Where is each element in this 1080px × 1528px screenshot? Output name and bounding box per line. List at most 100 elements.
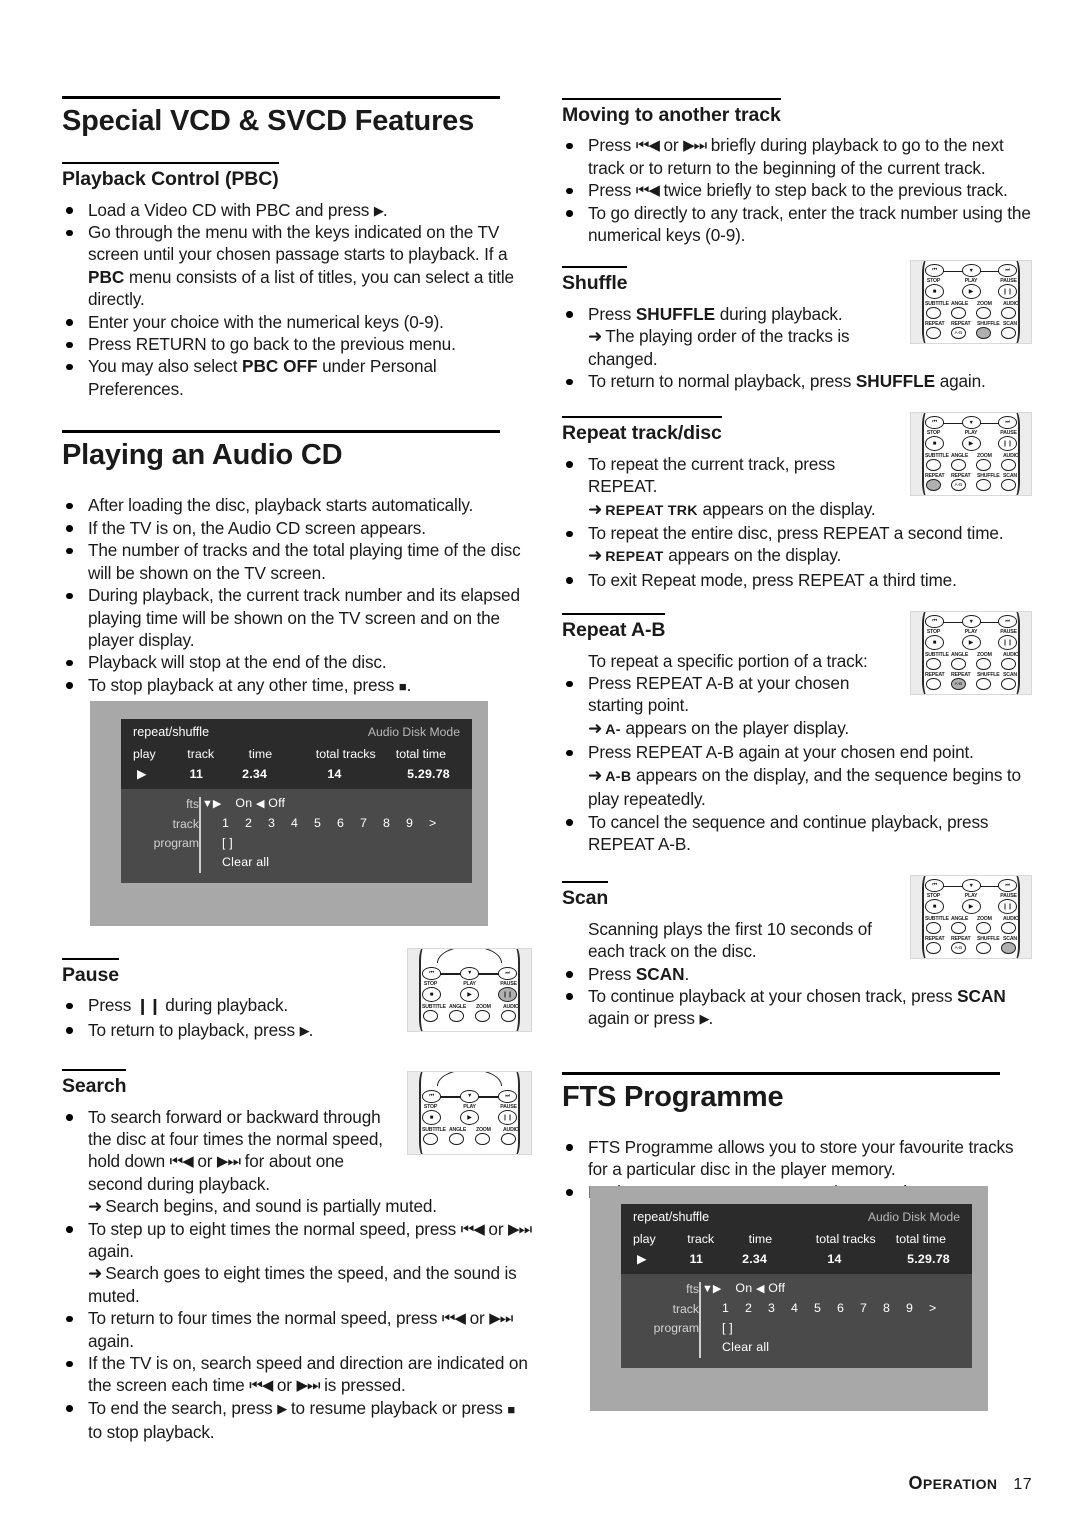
pause-button[interactable]: ❙❙: [998, 899, 1017, 915]
audio-button[interactable]: [1001, 658, 1016, 671]
track-number[interactable]: 4: [791, 1302, 814, 1315]
audio-button[interactable]: [1001, 922, 1016, 935]
osd-clear-all-button[interactable]: Clear all: [708, 1341, 769, 1354]
down-button[interactable]: ▼: [961, 264, 981, 277]
track-number[interactable]: 3: [268, 817, 291, 830]
down-button[interactable]: ▼: [961, 416, 981, 429]
angle-button[interactable]: [951, 307, 966, 320]
stop-button[interactable]: ■: [925, 899, 944, 915]
pause-button[interactable]: ❙❙: [998, 635, 1017, 651]
next-track-button[interactable]: ⏭: [998, 264, 1017, 277]
osd-row-program[interactable]: program [ ]: [633, 1321, 960, 1334]
pause-button[interactable]: ❙❙: [998, 436, 1017, 452]
pause-button[interactable]: ❙❙: [998, 284, 1017, 300]
osd-clear-all-button[interactable]: Clear all: [208, 856, 269, 869]
stop-button[interactable]: ■: [925, 635, 944, 651]
angle-button[interactable]: [951, 922, 966, 935]
track-number[interactable]: 9: [906, 1302, 929, 1315]
track-number[interactable]: 5: [314, 817, 337, 830]
prev-track-button[interactable]: ⏮: [422, 1090, 441, 1103]
repeat-button[interactable]: [926, 327, 941, 340]
scan-button[interactable]: [1001, 327, 1016, 340]
subtitle-button[interactable]: [926, 922, 941, 935]
subtitle-button[interactable]: [926, 658, 941, 671]
track-number[interactable]: 8: [383, 817, 406, 830]
subtitle-button[interactable]: [926, 307, 941, 320]
repeat-button[interactable]: [926, 942, 941, 955]
prev-track-button[interactable]: ⏮: [422, 967, 441, 980]
audio-button[interactable]: [1001, 459, 1016, 472]
play-button[interactable]: ▶: [961, 436, 981, 452]
pause-button[interactable]: ❙❙: [498, 987, 517, 1002]
subtitle-button[interactable]: [423, 1010, 438, 1022]
pause-button[interactable]: ❙❙: [498, 1110, 517, 1126]
next-track-button[interactable]: ⏭: [998, 879, 1017, 892]
repeat-ab-button[interactable]: A-B: [951, 327, 966, 340]
track-more-icon[interactable]: >: [929, 1302, 952, 1315]
osd-fts-off[interactable]: Off: [768, 1281, 785, 1295]
repeat-button[interactable]: [926, 479, 941, 492]
next-track-button[interactable]: ⏭: [498, 967, 517, 980]
osd-program-value[interactable]: [ ]: [208, 836, 233, 849]
stop-button[interactable]: ■: [422, 1110, 441, 1126]
repeat-ab-button[interactable]: A-B: [951, 942, 966, 955]
play-button[interactable]: ▶: [460, 987, 479, 1002]
down-button[interactable]: ▼: [460, 1090, 479, 1103]
play-button[interactable]: ▶: [961, 284, 981, 300]
track-number[interactable]: 5: [814, 1302, 837, 1315]
track-number[interactable]: 2: [745, 1302, 768, 1315]
zoom-button[interactable]: [976, 459, 991, 472]
stop-button[interactable]: ■: [925, 436, 944, 452]
osd-row-clear-all[interactable]: Clear all: [133, 856, 460, 869]
stop-button[interactable]: ■: [422, 987, 441, 1002]
osd-row-fts[interactable]: fts ▼▶ On ◀ Off: [133, 797, 460, 810]
zoom-button[interactable]: [976, 922, 991, 935]
shuffle-button[interactable]: [976, 327, 991, 340]
osd-row-clear-all[interactable]: Clear all: [633, 1341, 960, 1354]
zoom-button[interactable]: [475, 1010, 490, 1022]
angle-button[interactable]: [449, 1133, 464, 1146]
prev-track-button[interactable]: ⏮: [925, 264, 944, 277]
osd-row-fts[interactable]: fts ▼▶ On ◀ Off: [633, 1282, 960, 1295]
osd-fts-on[interactable]: On: [735, 1281, 752, 1295]
track-number[interactable]: 6: [837, 1302, 860, 1315]
stop-button[interactable]: ■: [925, 284, 944, 300]
track-number[interactable]: 7: [860, 1302, 883, 1315]
track-number[interactable]: 8: [883, 1302, 906, 1315]
zoom-button[interactable]: [976, 307, 991, 320]
subtitle-button[interactable]: [926, 459, 941, 472]
osd-fts-on[interactable]: On: [235, 796, 252, 810]
scan-button[interactable]: [1001, 479, 1016, 492]
scan-button[interactable]: [1001, 678, 1016, 691]
audio-button[interactable]: [1001, 307, 1016, 320]
shuffle-button[interactable]: [976, 479, 991, 492]
repeat-button[interactable]: [926, 678, 941, 691]
track-number[interactable]: 1: [722, 1302, 745, 1315]
next-track-button[interactable]: ⏭: [998, 416, 1017, 429]
track-number[interactable]: 1: [222, 817, 245, 830]
track-number[interactable]: 7: [360, 817, 383, 830]
zoom-button[interactable]: [475, 1133, 490, 1146]
track-number[interactable]: 2: [245, 817, 268, 830]
track-more-icon[interactable]: >: [429, 817, 452, 830]
osd-row-track[interactable]: track 1 2 3 4 5 6 7 8 9 >: [633, 1302, 960, 1315]
track-number[interactable]: 6: [337, 817, 360, 830]
play-button[interactable]: ▶: [961, 635, 981, 651]
track-number[interactable]: 3: [768, 1302, 791, 1315]
osd-track-list[interactable]: 1 2 3 4 5 6 7 8 9 >: [208, 817, 452, 830]
audio-button[interactable]: [501, 1010, 516, 1022]
next-track-button[interactable]: ⏭: [498, 1090, 517, 1103]
osd-row-program[interactable]: program [ ]: [133, 836, 460, 849]
subtitle-button[interactable]: [423, 1133, 438, 1146]
prev-track-button[interactable]: ⏮: [925, 416, 944, 429]
track-number[interactable]: 9: [406, 817, 429, 830]
track-number[interactable]: 4: [291, 817, 314, 830]
audio-button[interactable]: [501, 1133, 516, 1146]
osd-fts-off[interactable]: Off: [268, 796, 285, 810]
osd-program-value[interactable]: [ ]: [708, 1321, 733, 1334]
osd-track-list[interactable]: 1 2 3 4 5 6 7 8 9 >: [708, 1302, 952, 1315]
shuffle-button[interactable]: [976, 678, 991, 691]
play-button[interactable]: ▶: [961, 899, 981, 915]
angle-button[interactable]: [449, 1010, 464, 1022]
down-button[interactable]: ▼: [460, 967, 479, 980]
